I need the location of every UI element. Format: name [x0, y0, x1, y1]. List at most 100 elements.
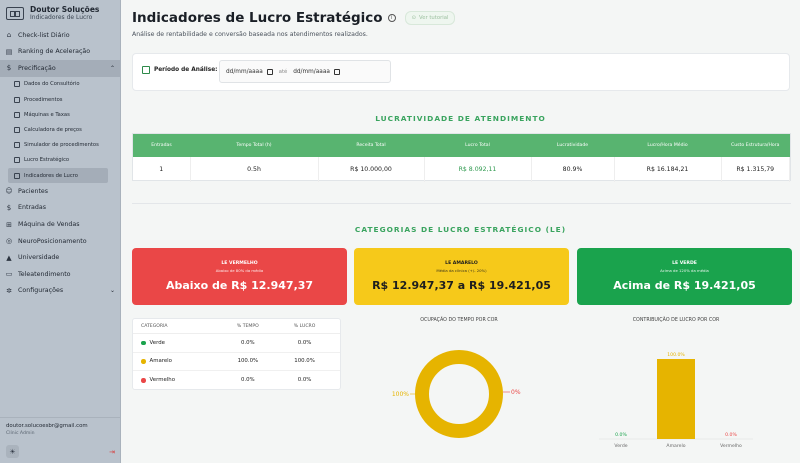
table-row: 1 0.5h R$ 10.000,00 R$ 8.092,11 80.9% R$… [133, 157, 790, 182]
page-subtitle: Análise de rentabilidade e conversão bas… [132, 31, 368, 38]
start-date-input[interactable]: dd/mm/aaaa [226, 68, 273, 75]
page-title: Indicadores de Lucro Estratégico [132, 10, 383, 26]
sidebar-item-label: Universidade [18, 254, 60, 262]
card-sublabel: Média da clínica (+/- 20%) [436, 268, 487, 273]
sidebar-item-neuroposicionamento[interactable]: ◎ NeuroPosicionamento [0, 233, 120, 250]
sidebar-subitem-calculadora[interactable]: Calculadora de preços [0, 122, 108, 137]
tutorial-label: Ver tutorial [419, 15, 449, 21]
sidebar-subitem-procedimentos[interactable]: Procedimentos [0, 92, 108, 107]
sidebar-subitem-label: Lucro Estratégico [24, 157, 70, 164]
table-cell: R$ 10.000,00 [318, 157, 425, 182]
categorias-title: CATEGORIAS DE LUCRO ESTRATÉGICO (LE) [354, 225, 567, 234]
sidebar-item-precificacao[interactable]: $ Precificação ⌃ [0, 60, 120, 77]
le-verde-card: LE VERDE Acima de 120% da média Acima de… [577, 248, 792, 305]
ranking-icon: ▤ [5, 47, 13, 56]
sidebar-subitem-indicadores[interactable]: Indicadores de Lucro [8, 167, 108, 184]
card-sublabel: Acima de 120% da média [660, 268, 709, 273]
table-header-row: CATEGORIA % TEMPO % LUCRO [133, 319, 340, 334]
sidebar-item-checklist[interactable]: ⌂ Check-list Diário [0, 27, 120, 44]
calendar-icon[interactable] [333, 68, 340, 75]
lucratividade-title: LUCRATIVIDADE DE ATENDIMENTO [375, 114, 546, 123]
categoria-table: CATEGORIA % TEMPO % LUCRO Verde 0.0% 0.0… [132, 318, 341, 390]
sidebar-item-label: Ranking de Aceleração [18, 48, 91, 56]
sidebar-item-label: Máquina de Vendas [18, 221, 80, 229]
table-cell: 0.0% [297, 377, 312, 384]
bar-data-label: 0.0% [725, 432, 737, 438]
sidebar-item-configuracoes[interactable]: ✲ Configurações ⌄ [0, 283, 120, 300]
table-cell: 0.0% [240, 339, 255, 346]
sidebar-subitem-label: Indicadores de Lucro [24, 172, 78, 179]
bar-category-label: Vermelho [720, 443, 742, 449]
calendar-icon [142, 66, 150, 74]
donut-slice [415, 350, 503, 438]
donut-label: 100% [392, 391, 409, 398]
dollar-icon: $ [6, 64, 12, 73]
red-dot-icon [141, 378, 146, 383]
bar-category-label: Verde [614, 443, 627, 449]
sliders-icon [14, 142, 20, 149]
tutorial-button[interactable]: ⊙ Ver tutorial [404, 11, 456, 25]
categoria-name: Verde [149, 339, 165, 346]
users-icon: ☺ [5, 187, 13, 196]
chevron-down-icon: ⌄ [109, 287, 115, 295]
sidebar-subitem-label: Simulador de procedimentos [24, 142, 99, 149]
sidebar-item-maquina-vendas[interactable]: ⊞ Máquina de Vendas [0, 216, 120, 233]
table-row: Verde 0.0% 0.0% [133, 334, 340, 353]
sidebar-item-ranking[interactable]: ▤ Ranking de Aceleração [0, 44, 120, 61]
card-value: R$ 12.947,37 a R$ 19.421,05 [372, 279, 551, 292]
sidebar-item-label: Entradas [18, 204, 47, 212]
calendar-icon[interactable] [266, 68, 273, 75]
bar-chart-title: CONTRIBUIÇÃO DE LUCRO POR COR [632, 318, 720, 323]
logout-icon[interactable]: ⇥ [109, 448, 115, 456]
sidebar: Doutor Soluções Indicadores de Lucro ⌂ C… [0, 0, 121, 463]
info-icon[interactable]: i [387, 14, 396, 22]
sidebar-subitem-label: Procedimentos [24, 96, 63, 103]
user-role: Clínic Admin [6, 431, 35, 436]
sidebar-item-teleatendimento[interactable]: ▭ Teleatendimento [0, 266, 120, 283]
table-cell: 100.0% [294, 358, 315, 365]
filter-card: Período de Análise: dd/mm/aaaa até dd/mm… [132, 53, 790, 91]
donut-chart-title: OCUPAÇÃO DO TEMPO POR COR [420, 318, 498, 323]
end-date-input[interactable]: dd/mm/aaaa [293, 68, 340, 75]
table-cell: 0.0% [297, 339, 312, 346]
sidebar-footer: doutor.solucoesbr@gmail.com Clínic Admin… [0, 417, 121, 463]
card-label: LE AMARELO [445, 261, 478, 266]
sidebar-subitem-simulador[interactable]: Simulador de procedimentos [0, 138, 108, 153]
play-icon: ⊙ [411, 15, 417, 21]
table-header: Lucro/Hora Médio [614, 134, 721, 157]
calculator-icon [14, 126, 20, 133]
profit-contribution-bar-chart: 0.0% Verde 100.0% Amarelo 0.0% Vermelho [599, 352, 753, 449]
sidebar-subitem-maquinas[interactable]: Máquinas e Taxas [0, 107, 108, 122]
sun-icon: ☀ [9, 447, 16, 456]
sidebar-item-universidade[interactable]: ▲ Universidade [0, 249, 120, 266]
table-cell: 0.0% [240, 377, 255, 384]
bar [657, 359, 695, 439]
divider [132, 203, 791, 204]
sidebar-subitem-lucro-estrategico[interactable]: Lucro Estratégico [0, 153, 108, 168]
sidebar-item-label: Check-list Diário [18, 31, 70, 39]
table-header: Entradas [133, 134, 190, 157]
green-dot-icon [141, 340, 146, 345]
table-header: Custo Estrutura/Hora [721, 134, 790, 157]
theme-toggle-button[interactable]: ☀ [6, 445, 19, 458]
table-header: Tempo Total (h) [190, 134, 318, 157]
table-header: Lucro Total [424, 134, 531, 157]
card-sublabel: Abaixo de 80% da média [215, 268, 264, 273]
table-row: Vermelho 0.0% 0.0% [133, 371, 340, 390]
brand: Doutor Soluções Indicadores de Lucro [0, 0, 120, 26]
sidebar-item-entradas[interactable]: $ Entradas [0, 200, 120, 217]
home-icon: ⌂ [6, 31, 12, 40]
table-row: Amarelo 100.0% 100.0% [133, 353, 340, 371]
sidebar-subitem-dados[interactable]: Dados do Consultório [0, 77, 108, 92]
video-icon: ▭ [5, 270, 13, 279]
main-content: Indicadores de Lucro Estratégico i ⊙ Ver… [121, 0, 800, 463]
trend-icon [14, 172, 20, 179]
title-row: Indicadores de Lucro Estratégico i ⊙ Ver… [132, 10, 456, 26]
table-header: % LUCRO [293, 323, 316, 329]
sidebar-item-label: NeuroPosicionamento [18, 237, 87, 245]
sidebar-item-pacientes[interactable]: ☺ Pacientes [0, 183, 120, 200]
table-cell: R$ 16.184,21 [614, 157, 722, 182]
user-email: doutor.solucoesbr@gmail.com [6, 423, 88, 429]
card-value: Abaixo de R$ 12.947,37 [165, 279, 314, 292]
bar-data-label: 0.0% [615, 432, 627, 438]
